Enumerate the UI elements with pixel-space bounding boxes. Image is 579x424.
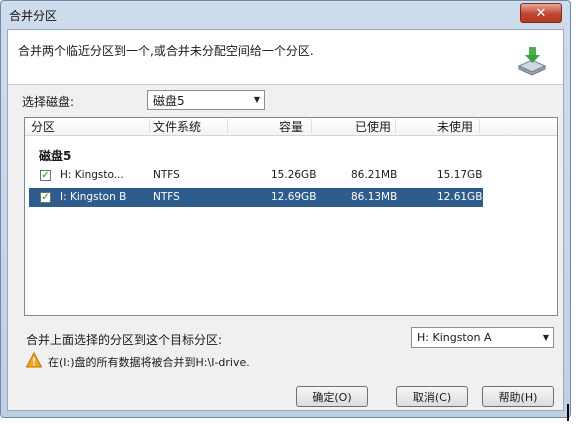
partition-used: 86.21MB <box>351 169 398 181</box>
title-bar[interactable]: 合并分区 ✕ <box>1 1 570 29</box>
description-text: 合并两个临近分区到一个,或合并未分配空间给一个分区. <box>18 44 314 58</box>
partition-fs: NTFS <box>153 191 180 203</box>
disk-dropdown[interactable]: 磁盘5 ▼ <box>147 90 265 110</box>
warning-text: 在(I:)盘的所有数据将被合并到H:\I-drive. <box>48 356 250 369</box>
text-cursor <box>567 404 569 421</box>
partition-capacity: 15.26GB <box>271 169 317 181</box>
list-header: 分区 文件系统 容量 已使用 未使用 <box>25 118 557 136</box>
partition-free: 12.61GB <box>437 191 483 203</box>
column-partition[interactable]: 分区 <box>31 119 55 135</box>
column-free[interactable]: 未使用 <box>437 119 473 135</box>
column-capacity[interactable]: 容量 <box>279 119 303 135</box>
column-divider <box>149 119 150 133</box>
partition-name: H: Kingsto... <box>60 169 124 181</box>
header-panel: 合并两个临近分区到一个,或合并未分配空间给一个分区. <box>8 30 563 85</box>
target-partition-label: 合并上面选择的分区到这个目标分区: <box>26 333 223 347</box>
column-divider <box>479 119 480 133</box>
window-title: 合并分区 <box>9 8 58 23</box>
help-button[interactable]: 帮助(H) <box>482 386 554 407</box>
column-filesystem[interactable]: 文件系统 <box>153 119 201 135</box>
close-button[interactable]: ✕ <box>520 3 562 23</box>
column-divider <box>227 119 228 133</box>
partition-checkbox[interactable]: ✓ <box>40 192 51 203</box>
target-partition-dropdown[interactable]: H: Kingston A ▼ <box>411 327 554 348</box>
partition-row[interactable]: ✓ H: Kingsto... NTFS 15.26GB 86.21MB 15.… <box>29 166 483 185</box>
ok-button[interactable]: 确定(O) <box>296 386 368 407</box>
partition-fs: NTFS <box>153 169 180 181</box>
close-icon: ✕ <box>535 5 547 21</box>
partition-checkbox[interactable]: ✓ <box>40 170 51 181</box>
partition-name: I: Kingston B <box>60 191 127 203</box>
cancel-button[interactable]: 取消(C) <box>396 386 468 407</box>
disk-dropdown-value: 磁盘5 <box>153 93 185 108</box>
chevron-down-icon: ▼ <box>542 333 549 342</box>
merge-partition-icon <box>517 47 547 76</box>
chevron-down-icon: ▼ <box>253 95 260 104</box>
target-partition-value: H: Kingston A <box>417 331 492 344</box>
column-used[interactable]: 已使用 <box>355 119 391 135</box>
dialog-content: 合并两个临近分区到一个,或合并未分配空间给一个分区. 选择磁盘: 磁盘5 ▼ 分… <box>7 29 564 411</box>
column-divider <box>311 119 312 133</box>
warning-icon <box>26 352 42 368</box>
partition-list[interactable]: 分区 文件系统 容量 已使用 未使用 磁盘5 ✓ H: Kingsto... N… <box>24 117 558 316</box>
disk-select-label: 选择磁盘: <box>22 95 75 109</box>
partition-used: 86.13MB <box>351 191 398 203</box>
column-divider <box>395 119 396 133</box>
partition-free: 15.17GB <box>437 169 483 181</box>
partition-row-selected[interactable]: ✓ I: Kingston B NTFS 12.69GB 86.13MB 12.… <box>29 188 483 207</box>
disk-group-title: 磁盘5 <box>39 149 72 163</box>
merge-dialog: 合并分区 ✕ 合并两个临近分区到一个,或合并未分配空间给一个分区. 选择磁盘: … <box>0 0 571 418</box>
partition-capacity: 12.69GB <box>271 191 317 203</box>
